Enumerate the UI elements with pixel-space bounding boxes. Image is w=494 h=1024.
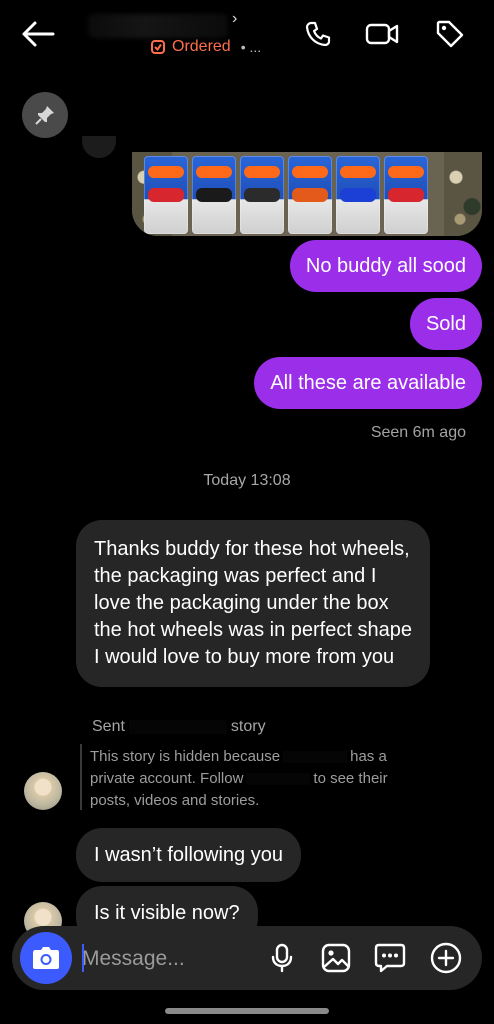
order-status-suffix: • ... xyxy=(240,39,262,55)
pin-icon[interactable] xyxy=(22,92,68,138)
car-package xyxy=(336,156,380,234)
car-package xyxy=(144,156,188,234)
chevron-right-icon[interactable]: › xyxy=(232,10,237,28)
redacted-name xyxy=(246,773,311,786)
received-message[interactable]: Thanks buddy for these hot wheels, the p… xyxy=(76,520,430,687)
hidden-story-notice: This story is hidden because has a privat… xyxy=(90,746,420,812)
notice-text: has a xyxy=(350,748,387,765)
story-quote-bar xyxy=(80,744,82,810)
redacted-name xyxy=(128,719,227,734)
contact-name-redacted[interactable] xyxy=(88,14,228,38)
video-camera-icon[interactable] xyxy=(364,16,400,52)
chat-header xyxy=(0,0,494,72)
avatar[interactable] xyxy=(24,772,62,810)
sent-message[interactable]: All these are available xyxy=(254,357,482,409)
order-status-label: Ordered xyxy=(172,38,231,55)
received-message[interactable]: I wasn’t following you xyxy=(76,828,301,882)
home-indicator[interactable] xyxy=(165,1008,329,1014)
gallery-icon[interactable] xyxy=(318,940,354,976)
story-reply-label: Sent story xyxy=(92,718,266,736)
order-status-icon xyxy=(151,40,165,54)
order-status[interactable]: Ordered • ... xyxy=(150,38,261,56)
tag-icon[interactable] xyxy=(432,16,468,52)
message-timestamp: Today 13:08 xyxy=(203,472,291,489)
notice-text: This story is hidden because xyxy=(90,748,281,765)
car-package xyxy=(384,156,428,234)
camera-icon[interactable] xyxy=(20,932,72,984)
notice-text: posts, videos and stories. xyxy=(90,792,260,809)
photo-background-right xyxy=(444,152,482,236)
back-arrow-icon[interactable] xyxy=(18,16,58,52)
seen-status: Seen 6m ago xyxy=(370,424,466,441)
microphone-icon[interactable] xyxy=(264,940,300,976)
sent-message[interactable]: Sold xyxy=(409,298,482,350)
sticker-chat-icon[interactable] xyxy=(372,940,408,976)
car-package xyxy=(192,156,236,234)
story-reply-suffix: story xyxy=(230,718,266,735)
text-cursor xyxy=(82,944,84,972)
sent-message[interactable]: No buddy all sood xyxy=(289,240,482,292)
partial-message-edge xyxy=(82,136,116,158)
message-input[interactable] xyxy=(82,944,262,974)
car-package xyxy=(240,156,284,234)
notice-text: private account. Follow xyxy=(90,770,244,787)
phone-icon[interactable] xyxy=(300,16,336,52)
car-package xyxy=(288,156,332,234)
add-icon[interactable] xyxy=(428,940,464,976)
redacted-name xyxy=(283,751,348,764)
hot-wheels-photo[interactable] xyxy=(132,152,482,236)
notice-text: to see their xyxy=(313,770,388,787)
story-reply-prefix: Sent xyxy=(92,718,125,735)
